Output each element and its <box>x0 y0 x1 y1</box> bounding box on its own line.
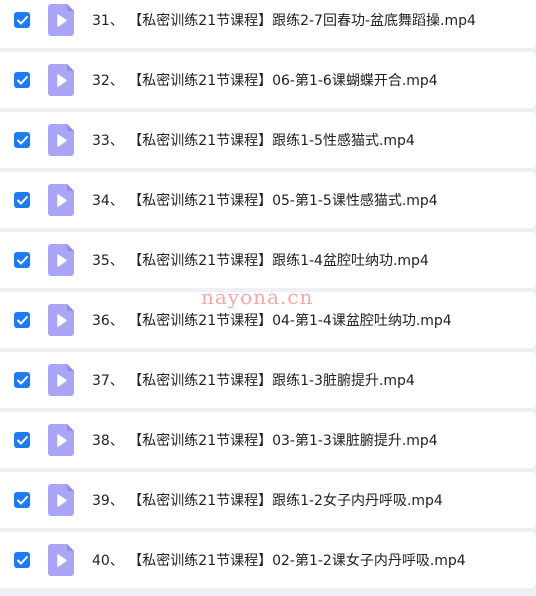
file-name[interactable]: 37、 【私密训练21节课程】跟练1-3脏腑提升.mp4 <box>92 370 415 390</box>
file-row[interactable]: 39、 【私密训练21节课程】跟练1-2女子内丹呼吸.mp4 <box>0 472 536 528</box>
file-name[interactable]: 33、 【私密训练21节课程】跟练1-5性感猫式.mp4 <box>92 130 415 150</box>
file-row[interactable]: 38、 【私密训练21节课程】03-第1-3课脏腑提升.mp4 <box>0 412 536 468</box>
file-row[interactable]: 34、 【私密训练21节课程】05-第1-5课性感猫式.mp4 <box>0 172 536 228</box>
file-row[interactable]: 31、 【私密训练21节课程】跟练2-7回春功-盆底舞蹈操.mp4 <box>0 0 536 48</box>
checkbox-checked-icon[interactable] <box>14 312 30 328</box>
file-name[interactable]: 31、 【私密训练21节课程】跟练2-7回春功-盆底舞蹈操.mp4 <box>92 10 476 30</box>
checkbox-checked-icon[interactable] <box>14 492 30 508</box>
file-name[interactable]: 36、 【私密训练21节课程】04-第1-4课盆腔吐纳功.mp4 <box>92 310 452 330</box>
file-name[interactable]: 39、 【私密训练21节课程】跟练1-2女子内丹呼吸.mp4 <box>92 490 443 510</box>
checkbox-checked-icon[interactable] <box>14 132 30 148</box>
file-name[interactable]: 34、 【私密训练21节课程】05-第1-5课性感猫式.mp4 <box>92 190 438 210</box>
video-file-icon <box>48 4 74 36</box>
file-name[interactable]: 38、 【私密训练21节课程】03-第1-3课脏腑提升.mp4 <box>92 430 438 450</box>
checkbox-checked-icon[interactable] <box>14 12 30 28</box>
checkbox-checked-icon[interactable] <box>14 252 30 268</box>
video-file-icon <box>48 184 74 216</box>
video-file-icon <box>48 64 74 96</box>
video-file-icon <box>48 304 74 336</box>
file-name[interactable]: 40、 【私密训练21节课程】02-第1-2课女子内丹呼吸.mp4 <box>92 550 466 570</box>
file-name[interactable]: 35、 【私密训练21节课程】跟练1-4盆腔吐纳功.mp4 <box>92 250 429 270</box>
checkbox-checked-icon[interactable] <box>14 432 30 448</box>
file-row[interactable]: 33、 【私密训练21节课程】跟练1-5性感猫式.mp4 <box>0 112 536 168</box>
video-file-icon <box>48 124 74 156</box>
video-file-icon <box>48 544 74 576</box>
video-file-icon <box>48 244 74 276</box>
file-list: 31、 【私密训练21节课程】跟练2-7回春功-盆底舞蹈操.mp4 32、 【私… <box>0 0 536 592</box>
file-row[interactable]: 35、 【私密训练21节课程】跟练1-4盆腔吐纳功.mp4 <box>0 232 536 288</box>
video-file-icon <box>48 364 74 396</box>
file-row[interactable]: 36、 【私密训练21节课程】04-第1-4课盆腔吐纳功.mp4 <box>0 292 536 348</box>
file-row[interactable]: 32、 【私密训练21节课程】06-第1-6课蝴蝶开合.mp4 <box>0 52 536 108</box>
checkbox-checked-icon[interactable] <box>14 372 30 388</box>
checkbox-checked-icon[interactable] <box>14 552 30 568</box>
file-row[interactable]: 40、 【私密训练21节课程】02-第1-2课女子内丹呼吸.mp4 <box>0 532 536 588</box>
file-name[interactable]: 32、 【私密训练21节课程】06-第1-6课蝴蝶开合.mp4 <box>92 70 438 90</box>
checkbox-checked-icon[interactable] <box>14 72 30 88</box>
checkbox-checked-icon[interactable] <box>14 192 30 208</box>
video-file-icon <box>48 424 74 456</box>
file-row[interactable]: 37、 【私密训练21节课程】跟练1-3脏腑提升.mp4 <box>0 352 536 408</box>
video-file-icon <box>48 484 74 516</box>
